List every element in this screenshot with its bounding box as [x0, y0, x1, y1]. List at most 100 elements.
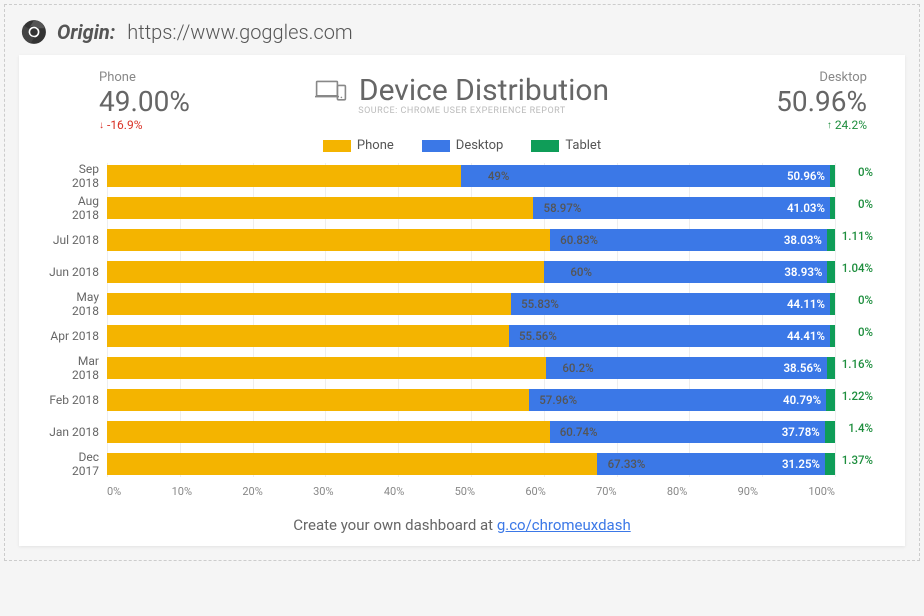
legend-swatch — [323, 140, 351, 152]
bar-segment-phone: 60.74% — [107, 421, 550, 443]
bar-row-label: Jul 2018 — [49, 233, 105, 247]
legend-label: Tablet — [565, 138, 601, 153]
bar-segment-tablet — [827, 229, 835, 251]
arrow-up-icon: ↑ — [827, 120, 832, 131]
bar-value-desktop: 50.96% — [787, 169, 825, 183]
legend-item: Tablet — [531, 138, 601, 153]
axis-tick: 60% — [525, 485, 545, 498]
footer-link[interactable]: g.co/chromeuxdash — [497, 516, 631, 534]
bar-value-phone: 60.83% — [560, 233, 598, 247]
bar-value-phone: 58.97% — [544, 201, 582, 215]
bar-track: 60.74%37.78%1.4% — [107, 421, 835, 443]
bar-segment-tablet — [830, 325, 835, 347]
bar-value-tablet: 1.16% — [842, 357, 873, 371]
bar-row-label: Sep 2018 — [49, 162, 105, 190]
chart-title: Device Distribution — [315, 73, 609, 108]
bar-segment-phone: 60.83% — [107, 229, 550, 251]
axis-tick: 30% — [313, 485, 333, 498]
bar-value-desktop: 41.03% — [787, 201, 825, 215]
bar-segment-phone: 60.2% — [107, 357, 546, 379]
bar-value-tablet: 0% — [858, 165, 873, 179]
bar-segment-phone: 60% — [107, 261, 544, 283]
bar-row: Jul 201860.83%38.03%1.11% — [107, 227, 835, 253]
bar-segment-phone: 55.83% — [107, 293, 511, 315]
legend-label: Desktop — [456, 138, 504, 153]
outer-frame: Origin: https://www.goggles.com Device D… — [4, 4, 920, 561]
bar-value-tablet: 1.37% — [842, 453, 873, 467]
headline-desktop-value: 50.96% — [776, 85, 867, 118]
bar-segment-phone: 58.97% — [107, 197, 533, 219]
axis-tick: 0% — [107, 485, 121, 498]
bar-row-label: Jan 2018 — [49, 425, 105, 439]
headline-desktop: Desktop 50.96% ↑ 24.2% — [776, 70, 867, 132]
bar-row-label: Feb 2018 — [49, 393, 105, 407]
bar-track: 60.83%38.03%1.11% — [107, 229, 835, 251]
headline-desktop-label: Desktop — [819, 70, 867, 85]
chart-area: Sep 201849%50.96%0%Aug 201858.97%41.03%0… — [49, 163, 875, 477]
bar-row-label: Mar 2018 — [49, 354, 105, 382]
legend-item: Phone — [323, 138, 394, 153]
bar-value-tablet: 1.4% — [848, 421, 873, 435]
headline-phone-value: 49.00% — [99, 85, 190, 118]
bar-row-label: Jun 2018 — [49, 265, 105, 279]
bar-value-tablet: 0% — [858, 197, 873, 211]
bar-value-desktop: 37.78% — [782, 425, 820, 439]
bar-row: Dec 201767.33%31.25%1.37% — [107, 451, 835, 477]
bar-segment-tablet — [830, 293, 835, 315]
bar-segment-tablet — [827, 357, 835, 379]
bar-value-desktop: 40.79% — [783, 393, 821, 407]
chart-title-text: Device Distribution — [359, 73, 609, 108]
axis-tick: 80% — [667, 485, 687, 498]
chart-legend: Phone Desktop Tablet — [49, 138, 875, 153]
bar-row-label: Dec 2017 — [49, 450, 105, 478]
bar-row: Aug 201858.97%41.03%0% — [107, 195, 835, 221]
bar-track: 67.33%31.25%1.37% — [107, 453, 835, 475]
bar-segment-tablet — [827, 261, 835, 283]
footer-prefix: Create your own dashboard at — [293, 516, 497, 534]
x-axis: 0%10%20%30%40%50%60%70%80%90%100% — [49, 485, 875, 498]
bar-segment-phone: 67.33% — [107, 453, 597, 475]
bar-value-tablet: 1.04% — [842, 261, 873, 275]
bar-segment-desktop: 44.41% — [509, 325, 830, 347]
bar-row: Apr 201855.56%44.41%0% — [107, 323, 835, 349]
chrome-icon — [21, 19, 47, 45]
legend-label: Phone — [357, 138, 394, 153]
bar-value-phone: 60% — [570, 265, 592, 279]
bar-segment-tablet — [830, 197, 835, 219]
bar-segment-phone: 55.56% — [107, 325, 509, 347]
bar-value-tablet: 1.11% — [842, 229, 873, 243]
bar-track: 58.97%41.03%0% — [107, 197, 835, 219]
bar-row: Mar 201860.2%38.56%1.16% — [107, 355, 835, 381]
bar-value-desktop: 44.41% — [787, 329, 825, 343]
bar-value-phone: 57.96% — [539, 393, 577, 407]
axis-tick: 100% — [808, 485, 835, 498]
headline-phone-label: Phone — [99, 70, 190, 85]
bar-row: Jan 201860.74%37.78%1.4% — [107, 419, 835, 445]
chart-bars: Sep 201849%50.96%0%Aug 201858.97%41.03%0… — [107, 163, 835, 477]
bar-row: Sep 201849%50.96%0% — [107, 163, 835, 189]
bar-track: 55.56%44.41%0% — [107, 325, 835, 347]
headline-phone-delta: ↓ -16.9% — [99, 118, 190, 132]
bar-row-label: Aug 2018 — [49, 194, 105, 222]
bar-segment-tablet — [825, 421, 835, 443]
bar-value-desktop: 38.03% — [784, 233, 822, 247]
devices-icon — [315, 79, 347, 103]
bar-segment-phone: 57.96% — [107, 389, 529, 411]
bar-value-desktop: 44.11% — [787, 297, 825, 311]
bar-track: 55.83%44.11%0% — [107, 293, 835, 315]
bar-value-phone: 55.83% — [521, 297, 559, 311]
legend-swatch — [422, 140, 450, 152]
bar-segment-desktop: 50.96% — [461, 165, 830, 187]
legend-item: Desktop — [422, 138, 504, 153]
axis-tick: 90% — [738, 485, 758, 498]
chart-card: Device Distribution SOURCE: CHROME USER … — [19, 55, 905, 546]
bar-value-desktop: 38.56% — [783, 361, 821, 375]
bar-value-phone: 49% — [488, 169, 510, 183]
axis-tick: 40% — [384, 485, 404, 498]
bar-row: May 201855.83%44.11%0% — [107, 291, 835, 317]
bar-segment-phone: 49% — [107, 165, 461, 187]
axis-tick: 20% — [242, 485, 262, 498]
axis-tick: 50% — [455, 485, 475, 498]
axis-tick: 10% — [172, 485, 192, 498]
legend-swatch — [531, 140, 559, 152]
